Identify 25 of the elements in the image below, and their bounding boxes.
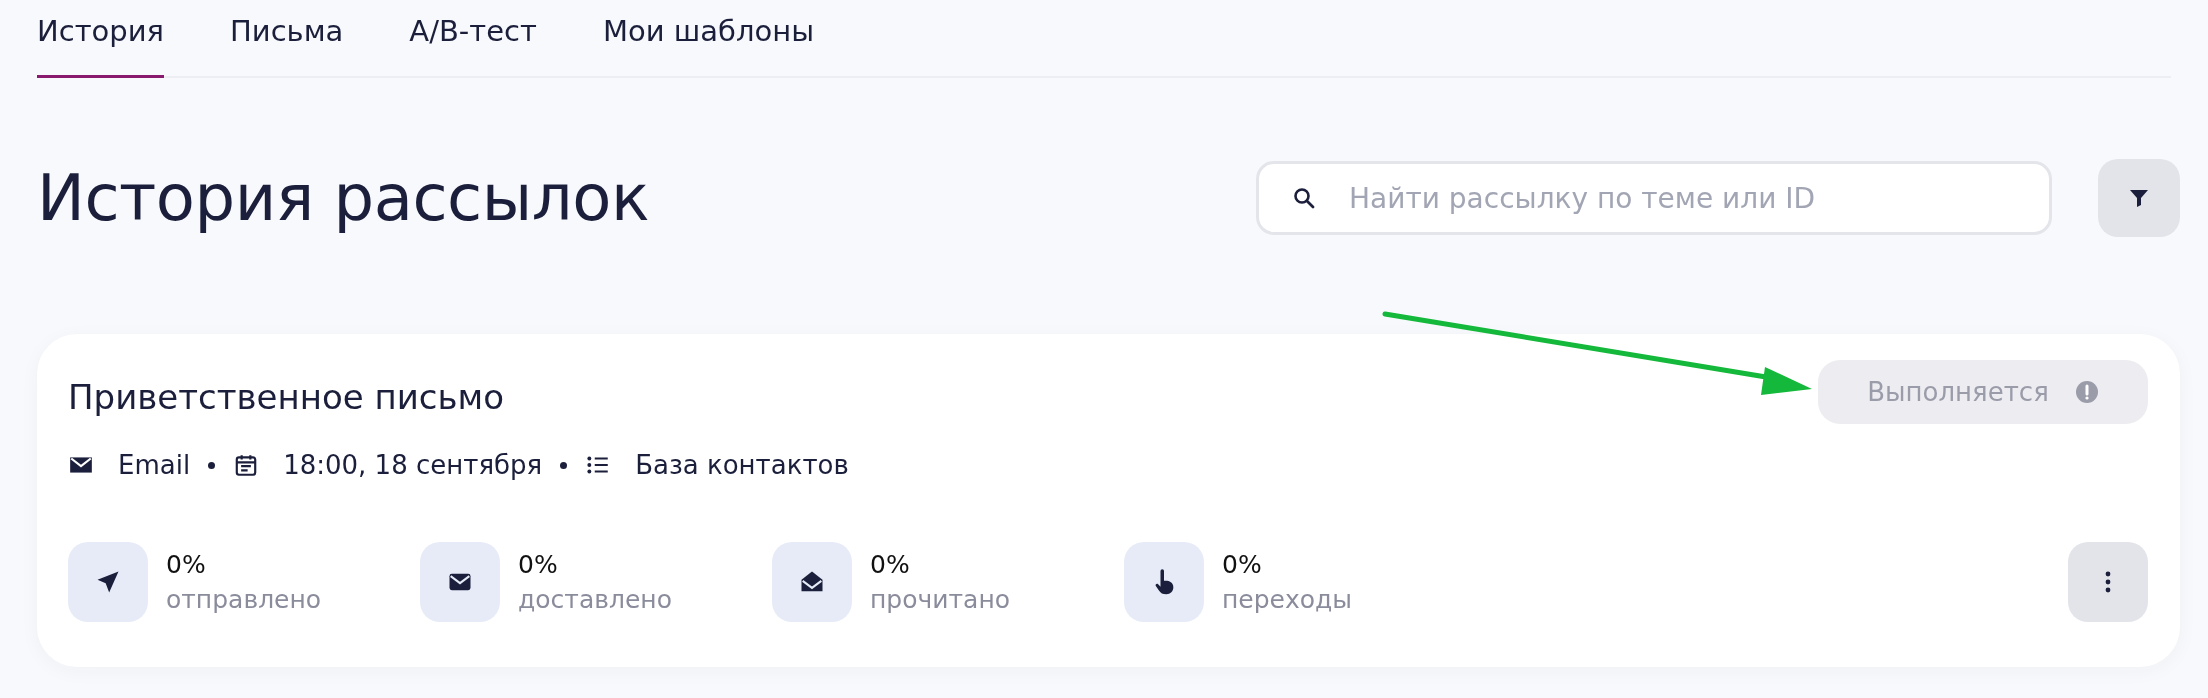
stat-label: отправлено (166, 585, 322, 614)
tab[interactable]: Мои шаблоны (602, 0, 815, 78)
tab[interactable]: A/B-тест (409, 0, 537, 78)
filter-button[interactable] (2098, 159, 2180, 237)
stat-label: прочитано (870, 585, 1011, 614)
status-badge: Выполняется (1818, 360, 2148, 424)
tab[interactable]: История (37, 0, 164, 78)
meta-text: База контактов (635, 450, 849, 480)
separator-dot (208, 461, 216, 469)
stat-label: переходы (1222, 585, 1353, 614)
kebab-icon (2104, 570, 2112, 594)
meta-text: Email (118, 450, 191, 480)
search-field[interactable]: Найти рассылку по теме или ID (1256, 161, 2052, 235)
separator-dot (560, 461, 568, 469)
stat-value: 0% (166, 550, 207, 579)
stat-value: 0% (1222, 550, 1263, 579)
page-title: История рассылок (37, 161, 651, 235)
stat-label: доставлено (518, 585, 672, 614)
tab[interactable]: Письма (230, 0, 344, 78)
info-icon (2074, 380, 2099, 404)
stat-value: 0% (870, 550, 911, 579)
meta-text: 18:00, 18 сентября (283, 450, 543, 480)
more-button[interactable] (2068, 542, 2148, 622)
stat-value: 0% (518, 550, 559, 579)
campaign-title: Приветственное письмо (68, 377, 504, 417)
